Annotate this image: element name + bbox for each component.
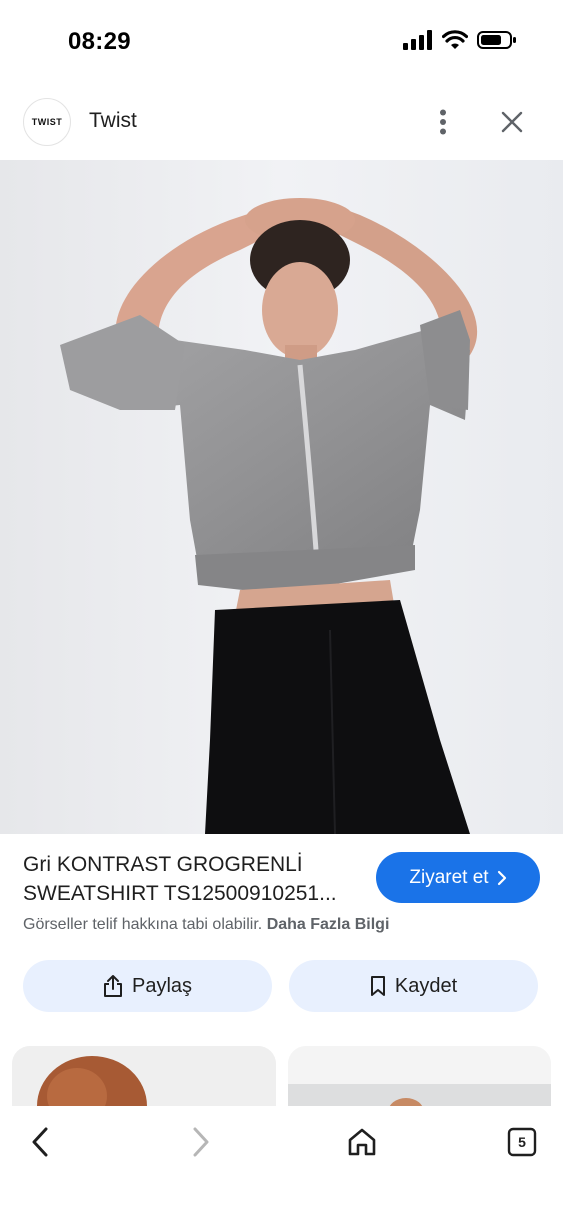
- source-header: TWIST Twist: [0, 84, 563, 160]
- status-time: 08:29: [68, 28, 131, 55]
- more-info-link[interactable]: Daha Fazla Bilgi: [267, 916, 390, 933]
- source-logo[interactable]: TWIST: [23, 98, 71, 146]
- visit-button[interactable]: Ziyaret et: [376, 852, 540, 903]
- wifi-icon: [442, 30, 468, 49]
- product-photo: [0, 160, 563, 834]
- forward-arrow-icon: [193, 1127, 209, 1157]
- save-button[interactable]: Kaydet: [289, 960, 538, 1012]
- source-name[interactable]: Twist: [89, 109, 137, 133]
- chevron-right-icon: [497, 870, 506, 885]
- product-title-line1: Gri KONTRAST GROGRENLİ: [23, 853, 303, 876]
- product-image[interactable]: [0, 160, 563, 834]
- visit-button-label: Ziyaret et: [409, 866, 489, 888]
- share-icon: [103, 975, 122, 997]
- back-arrow-icon: [32, 1127, 48, 1157]
- bottom-nav: 5: [0, 1106, 563, 1219]
- back-button[interactable]: [18, 1120, 62, 1164]
- status-icons: [403, 30, 517, 50]
- share-label: Paylaş: [131, 974, 193, 997]
- share-button[interactable]: Paylaş: [23, 960, 272, 1012]
- forward-button[interactable]: [179, 1120, 223, 1164]
- tabs-button[interactable]: 5: [500, 1120, 544, 1164]
- home-button[interactable]: [340, 1120, 384, 1164]
- status-bar: 08:29: [0, 0, 563, 84]
- product-title: Gri KONTRAST GROGRENLİ SWEATSHIRT TS1250…: [23, 850, 363, 908]
- signal-icon: [403, 30, 432, 50]
- tab-count: 5: [518, 1134, 526, 1150]
- more-options-button[interactable]: [428, 104, 458, 140]
- home-icon: [348, 1128, 376, 1156]
- close-icon: [501, 111, 523, 133]
- save-label: Kaydet: [394, 974, 458, 997]
- battery-icon: [477, 31, 516, 49]
- close-button[interactable]: [494, 104, 530, 140]
- source-logo-text: TWIST: [31, 117, 63, 127]
- copyright-text: Görseller telif hakkına tabi olabilir.: [23, 916, 263, 933]
- more-vert-icon: [440, 109, 446, 135]
- product-title-line2: SWEATSHIRT TS12500910251...: [23, 882, 337, 905]
- bookmark-icon: [370, 976, 385, 996]
- copyright-notice: Görseller telif hakkına tabi olabilir. D…: [23, 916, 389, 934]
